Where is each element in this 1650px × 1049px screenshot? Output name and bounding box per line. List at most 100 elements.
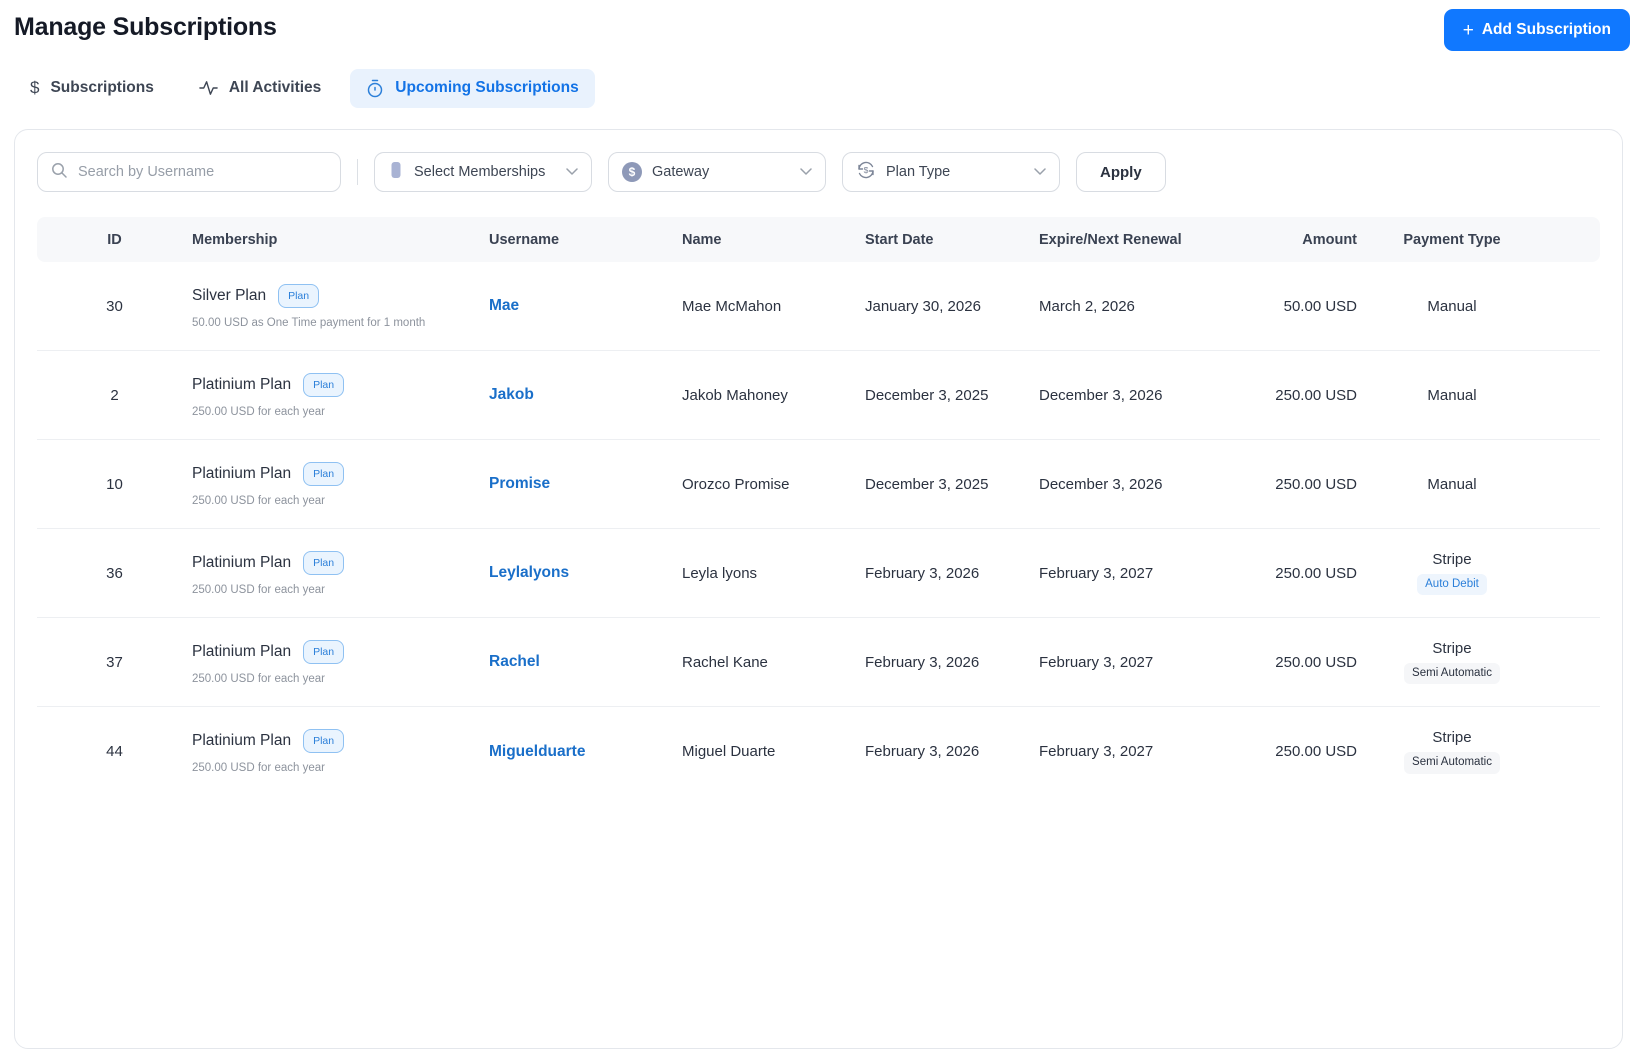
plan-badge: Plan: [303, 461, 345, 486]
gateway-dollar-icon: $: [622, 162, 642, 182]
chevron-down-icon: [800, 164, 812, 180]
column-header-name: Name: [682, 231, 722, 248]
payment-type-cell: Manual: [1357, 476, 1547, 493]
tab-all-activities[interactable]: All Activities: [183, 69, 337, 107]
plus-icon: +: [1462, 19, 1474, 41]
username-link[interactable]: Miguelduarte: [489, 743, 585, 760]
membership-name: Platinium Plan: [192, 642, 292, 660]
payment-subtype-badge: Semi Automatic: [1404, 662, 1500, 685]
subscription-id: 2: [110, 386, 119, 404]
payment-type-cell: Manual: [1357, 298, 1547, 315]
start-date: December 3, 2025: [865, 475, 989, 493]
payment-type: Stripe: [1432, 639, 1472, 657]
membership-description: 250.00 USD for each year: [192, 494, 325, 507]
payment-type: Stripe: [1432, 729, 1472, 747]
membership-name: Platinium Plan: [192, 553, 292, 571]
start-date: January 30, 2026: [865, 297, 981, 315]
expire-next-renewal-date: December 3, 2026: [1039, 386, 1163, 404]
membership-description: 250.00 USD for each year: [192, 762, 325, 774]
payment-subtype-badge: Auto Debit: [1417, 573, 1487, 596]
payment-type: Stripe: [1432, 550, 1472, 568]
amount: 250.00 USD: [1275, 386, 1357, 404]
amount: 50.00 USD: [1283, 297, 1357, 315]
username-link[interactable]: Mae: [489, 297, 519, 314]
dollar-icon: $: [30, 78, 40, 97]
table-row: 2 Platinium Plan Plan 250.00 USD for eac…: [37, 351, 1600, 440]
subscription-id: 36: [106, 564, 123, 582]
subscription-id: 37: [106, 653, 123, 671]
apply-button[interactable]: Apply: [1076, 152, 1166, 192]
subscription-id: 30: [106, 297, 123, 315]
table-header-row: ID Membership Username Name Start Date Expire…: [37, 217, 1600, 262]
tab-label: Subscriptions: [50, 79, 154, 96]
gateway-select[interactable]: $ Gateway: [608, 152, 826, 192]
payment-type: Manual: [1427, 386, 1477, 404]
tab-subscriptions[interactable]: $ Subscriptions: [14, 68, 170, 108]
payment-subtype-badge: Semi Automatic: [1404, 752, 1500, 774]
plan-badge: Plan: [303, 729, 345, 753]
membership-cell: Platinium Plan Plan 250.00 USD for each …: [192, 550, 489, 596]
membership-description: 50.00 USD as One Time payment for 1 mont…: [192, 316, 426, 329]
column-header-amount: Amount: [1302, 231, 1357, 248]
membership-name: Platinium Plan: [192, 464, 292, 482]
full-name: Rachel Kane: [682, 653, 768, 671]
username-link[interactable]: Promise: [489, 475, 550, 492]
full-name: Leyla lyons: [682, 564, 758, 582]
subscriptions-card: Select Memberships $ Gateway: [14, 129, 1623, 1049]
start-date: February 3, 2026: [865, 743, 980, 760]
membership-description: 250.00 USD for each year: [192, 672, 325, 685]
membership-description: 250.00 USD for each year: [192, 583, 325, 596]
plan-badge: Plan: [303, 639, 345, 664]
search-box: [37, 152, 341, 192]
expire-next-renewal-date: February 3, 2027: [1039, 743, 1154, 760]
chevron-down-icon: [1034, 164, 1046, 180]
payment-type-cell: Stripe Auto Debit: [1357, 551, 1547, 596]
column-header-expire: Expire/Next Renewal: [1039, 231, 1182, 248]
membership-cell: Platinium Plan Plan 250.00 USD for each …: [192, 461, 489, 507]
recurring-dollar-icon: $: [856, 160, 876, 184]
gateway-select-label: Gateway: [652, 164, 710, 180]
membership-cell: Platinium Plan Plan 250.00 USD for each …: [192, 639, 489, 685]
table-body: 30 Silver Plan Plan 50.00 USD as One Tim…: [37, 262, 1600, 796]
full-name: Mae McMahon: [682, 297, 782, 315]
add-subscription-button[interactable]: + Add Subscription: [1443, 9, 1630, 51]
membership-name: Silver Plan: [192, 286, 267, 304]
memberships-select[interactable]: Select Memberships: [374, 152, 592, 192]
expire-next-renewal-date: February 3, 2027: [1039, 564, 1154, 582]
chevron-down-icon: [566, 164, 578, 180]
start-date: February 3, 2026: [865, 653, 980, 671]
amount: 250.00 USD: [1275, 475, 1357, 493]
search-icon: [50, 161, 68, 184]
username-link[interactable]: Leylalyons: [489, 564, 569, 581]
username-link[interactable]: Jakob: [489, 386, 534, 403]
search-input[interactable]: [76, 163, 328, 181]
plan-type-select-label: Plan Type: [886, 164, 951, 180]
expire-next-renewal-date: March 2, 2026: [1039, 297, 1135, 315]
start-date: February 3, 2026: [865, 564, 980, 582]
plan-type-select[interactable]: $ Plan Type: [842, 152, 1060, 192]
membership-cell: Platinium Plan Plan 250.00 USD for each …: [192, 372, 489, 418]
amount: 250.00 USD: [1275, 564, 1357, 582]
subscription-id: 10: [106, 475, 123, 493]
plan-badge: Plan: [278, 283, 320, 308]
add-subscription-label: Add Subscription: [1481, 21, 1611, 38]
column-header-start: Start Date: [865, 231, 934, 248]
column-header-membership: Membership: [192, 231, 278, 248]
amount: 250.00 USD: [1275, 743, 1357, 760]
page-header: Manage Subscriptions + Add Subscription: [0, 0, 1650, 51]
tab-upcoming-subscriptions[interactable]: Upcoming Subscriptions: [350, 68, 595, 108]
plan-badge: Plan: [303, 550, 345, 575]
username-link[interactable]: Rachel: [489, 653, 540, 670]
stopwatch-icon: [366, 79, 384, 98]
column-header-id: ID: [107, 231, 122, 248]
payment-type: Manual: [1427, 475, 1477, 493]
table-row: 30 Silver Plan Plan 50.00 USD as One Tim…: [37, 262, 1600, 351]
subscriptions-table: ID Membership Username Name Start Date Expire…: [37, 217, 1600, 796]
membership-description: 250.00 USD for each year: [192, 405, 325, 418]
plan-badge: Plan: [303, 372, 345, 397]
subscription-id: 44: [106, 743, 123, 760]
amount: 250.00 USD: [1275, 653, 1357, 671]
membership-name: Platinium Plan: [192, 375, 292, 393]
start-date: December 3, 2025: [865, 386, 989, 404]
payment-type-cell: Stripe Semi Automatic: [1357, 729, 1547, 774]
